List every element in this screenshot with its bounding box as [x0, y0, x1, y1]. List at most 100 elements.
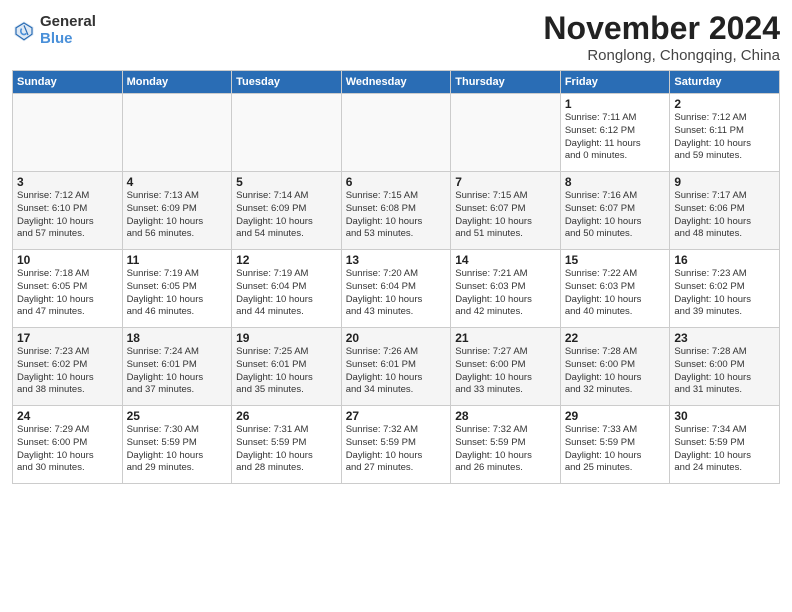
day-info: Daylight: 10 hours: [565, 294, 666, 307]
calendar-cell: 27Sunrise: 7:32 AMSunset: 5:59 PMDayligh…: [341, 406, 451, 484]
logo-text: General Blue: [40, 14, 96, 47]
week-row-1: 1Sunrise: 7:11 AMSunset: 6:12 PMDaylight…: [13, 94, 780, 172]
weekday-header-sunday: Sunday: [13, 71, 123, 94]
day-info: Sunrise: 7:29 AM: [17, 424, 118, 437]
day-info: Daylight: 10 hours: [17, 216, 118, 229]
day-info: Daylight: 10 hours: [674, 216, 775, 229]
day-number: 23: [674, 331, 775, 345]
day-info: Daylight: 10 hours: [346, 450, 447, 463]
day-number: 13: [346, 253, 447, 267]
calendar-cell: 6Sunrise: 7:15 AMSunset: 6:08 PMDaylight…: [341, 172, 451, 250]
day-info: and 43 minutes.: [346, 306, 447, 319]
day-info: Sunset: 6:00 PM: [455, 359, 556, 372]
calendar-cell: 7Sunrise: 7:15 AMSunset: 6:07 PMDaylight…: [451, 172, 561, 250]
day-info: Sunrise: 7:33 AM: [565, 424, 666, 437]
day-info: and 38 minutes.: [17, 384, 118, 397]
day-info: and 26 minutes.: [455, 462, 556, 475]
calendar-cell: 24Sunrise: 7:29 AMSunset: 6:00 PMDayligh…: [13, 406, 123, 484]
day-info: and 40 minutes.: [565, 306, 666, 319]
week-row-4: 17Sunrise: 7:23 AMSunset: 6:02 PMDayligh…: [13, 328, 780, 406]
day-info: Sunrise: 7:18 AM: [17, 268, 118, 281]
day-info: Daylight: 10 hours: [236, 372, 337, 385]
day-number: 3: [17, 175, 118, 189]
day-number: 29: [565, 409, 666, 423]
day-info: Sunrise: 7:31 AM: [236, 424, 337, 437]
calendar-cell: [451, 94, 561, 172]
weekday-header-monday: Monday: [122, 71, 232, 94]
location: Ronglong, Chongqing, China: [543, 47, 780, 64]
day-info: Daylight: 10 hours: [565, 216, 666, 229]
calendar-cell: 3Sunrise: 7:12 AMSunset: 6:10 PMDaylight…: [13, 172, 123, 250]
day-info: Daylight: 11 hours: [565, 138, 666, 151]
day-info: Sunset: 6:00 PM: [674, 359, 775, 372]
day-info: and 42 minutes.: [455, 306, 556, 319]
calendar-cell: 2Sunrise: 7:12 AMSunset: 6:11 PMDaylight…: [670, 94, 780, 172]
calendar-cell: 19Sunrise: 7:25 AMSunset: 6:01 PMDayligh…: [232, 328, 342, 406]
weekday-header-friday: Friday: [560, 71, 670, 94]
calendar-cell: 13Sunrise: 7:20 AMSunset: 6:04 PMDayligh…: [341, 250, 451, 328]
day-number: 30: [674, 409, 775, 423]
day-info: Sunrise: 7:28 AM: [565, 346, 666, 359]
day-number: 17: [17, 331, 118, 345]
day-info: Sunrise: 7:23 AM: [17, 346, 118, 359]
day-info: and 32 minutes.: [565, 384, 666, 397]
calendar-cell: 29Sunrise: 7:33 AMSunset: 5:59 PMDayligh…: [560, 406, 670, 484]
week-row-3: 10Sunrise: 7:18 AMSunset: 6:05 PMDayligh…: [13, 250, 780, 328]
day-info: and 53 minutes.: [346, 228, 447, 241]
week-row-2: 3Sunrise: 7:12 AMSunset: 6:10 PMDaylight…: [13, 172, 780, 250]
weekday-header-tuesday: Tuesday: [232, 71, 342, 94]
day-info: Daylight: 10 hours: [346, 216, 447, 229]
day-info: Sunrise: 7:32 AM: [346, 424, 447, 437]
day-info: Sunset: 6:04 PM: [346, 281, 447, 294]
day-info: Sunrise: 7:27 AM: [455, 346, 556, 359]
day-number: 19: [236, 331, 337, 345]
day-info: Daylight: 10 hours: [674, 372, 775, 385]
day-number: 4: [127, 175, 228, 189]
day-number: 11: [127, 253, 228, 267]
day-info: and 29 minutes.: [127, 462, 228, 475]
day-info: Daylight: 10 hours: [236, 294, 337, 307]
day-info: and 50 minutes.: [565, 228, 666, 241]
day-number: 22: [565, 331, 666, 345]
day-number: 5: [236, 175, 337, 189]
day-info: Sunset: 5:59 PM: [236, 437, 337, 450]
day-info: Sunset: 6:03 PM: [455, 281, 556, 294]
day-info: Sunset: 6:11 PM: [674, 125, 775, 138]
week-row-5: 24Sunrise: 7:29 AMSunset: 6:00 PMDayligh…: [13, 406, 780, 484]
weekday-header-thursday: Thursday: [451, 71, 561, 94]
calendar-cell: [341, 94, 451, 172]
day-info: Sunset: 5:59 PM: [346, 437, 447, 450]
day-info: Daylight: 10 hours: [674, 450, 775, 463]
day-info: Daylight: 10 hours: [127, 216, 228, 229]
calendar-cell: [13, 94, 123, 172]
day-info: Sunset: 5:59 PM: [455, 437, 556, 450]
logo-blue: Blue: [40, 31, 96, 48]
logo-general: General: [40, 14, 96, 31]
header: General Blue November 2024 Ronglong, Cho…: [12, 10, 780, 64]
day-info: Daylight: 10 hours: [236, 450, 337, 463]
day-info: Sunset: 6:07 PM: [565, 203, 666, 216]
day-info: Sunset: 6:05 PM: [127, 281, 228, 294]
day-info: Daylight: 10 hours: [455, 450, 556, 463]
day-info: and 54 minutes.: [236, 228, 337, 241]
day-info: Sunrise: 7:28 AM: [674, 346, 775, 359]
day-info: Sunset: 6:06 PM: [674, 203, 775, 216]
day-number: 27: [346, 409, 447, 423]
month-title: November 2024: [543, 10, 780, 47]
day-info: Sunset: 6:01 PM: [346, 359, 447, 372]
day-number: 15: [565, 253, 666, 267]
day-info: Sunrise: 7:34 AM: [674, 424, 775, 437]
day-info: Daylight: 10 hours: [455, 294, 556, 307]
day-info: Sunrise: 7:13 AM: [127, 190, 228, 203]
day-info: Daylight: 10 hours: [236, 216, 337, 229]
day-info: Sunset: 6:05 PM: [17, 281, 118, 294]
weekday-header-saturday: Saturday: [670, 71, 780, 94]
day-number: 21: [455, 331, 556, 345]
day-info: Sunrise: 7:22 AM: [565, 268, 666, 281]
day-info: and 51 minutes.: [455, 228, 556, 241]
calendar-cell: 23Sunrise: 7:28 AMSunset: 6:00 PMDayligh…: [670, 328, 780, 406]
calendar-cell: 16Sunrise: 7:23 AMSunset: 6:02 PMDayligh…: [670, 250, 780, 328]
day-info: Sunset: 6:12 PM: [565, 125, 666, 138]
day-info: Sunset: 6:00 PM: [17, 437, 118, 450]
day-info: and 48 minutes.: [674, 228, 775, 241]
